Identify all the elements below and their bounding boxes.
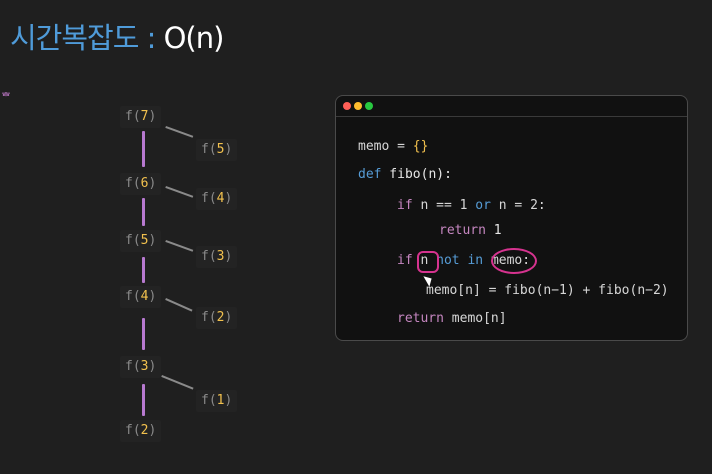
code-line: memo = {}: [358, 139, 429, 154]
code-line: return memo[n]: [397, 311, 507, 326]
recursion-tree: f(7) f(6) f(5) f(4) f(3) f(2) f(5) f(4) …: [0, 0, 300, 474]
tree-edge: [165, 298, 193, 312]
tree-node: f(5): [120, 230, 162, 252]
tree-line: [142, 318, 145, 350]
tree-side-node: f(1): [196, 390, 238, 412]
tree-edge: [165, 186, 194, 198]
tree-node: f(4): [120, 286, 162, 308]
tree-edge: [165, 126, 194, 138]
window-titlebar: [336, 96, 687, 117]
tree-side-node: f(4): [196, 188, 238, 210]
tree-node: f(7): [120, 106, 162, 128]
tree-node: f(2): [120, 420, 162, 442]
tree-line: [142, 131, 145, 167]
tree-side-node: f(3): [196, 246, 238, 268]
tree-node: f(3): [120, 356, 162, 378]
highlight-n-mark: [417, 251, 439, 273]
highlight-memo-circle: [491, 248, 537, 274]
tree-side-node: f(2): [196, 307, 238, 329]
close-dot-icon[interactable]: [343, 102, 351, 110]
tree-line: [142, 384, 145, 416]
maximize-dot-icon[interactable]: [365, 102, 373, 110]
tree-node: f(6): [120, 173, 162, 195]
code-line: if n == 1 or n = 2:: [397, 198, 546, 213]
minimize-dot-icon[interactable]: [354, 102, 362, 110]
tree-line: [142, 198, 145, 226]
code-line: memo[n] = fibo(n−1) + fibo(n−2): [426, 283, 669, 298]
code-window: memo = {} def fibo(n): if n == 1 or n = …: [335, 95, 688, 341]
tree-side-node: f(5): [196, 139, 238, 161]
tree-edge: [165, 240, 194, 252]
tree-edge: [161, 375, 194, 390]
code-line: def fibo(n):: [358, 167, 452, 182]
code-line: return 1: [439, 223, 502, 238]
tree-line: [142, 257, 145, 283]
